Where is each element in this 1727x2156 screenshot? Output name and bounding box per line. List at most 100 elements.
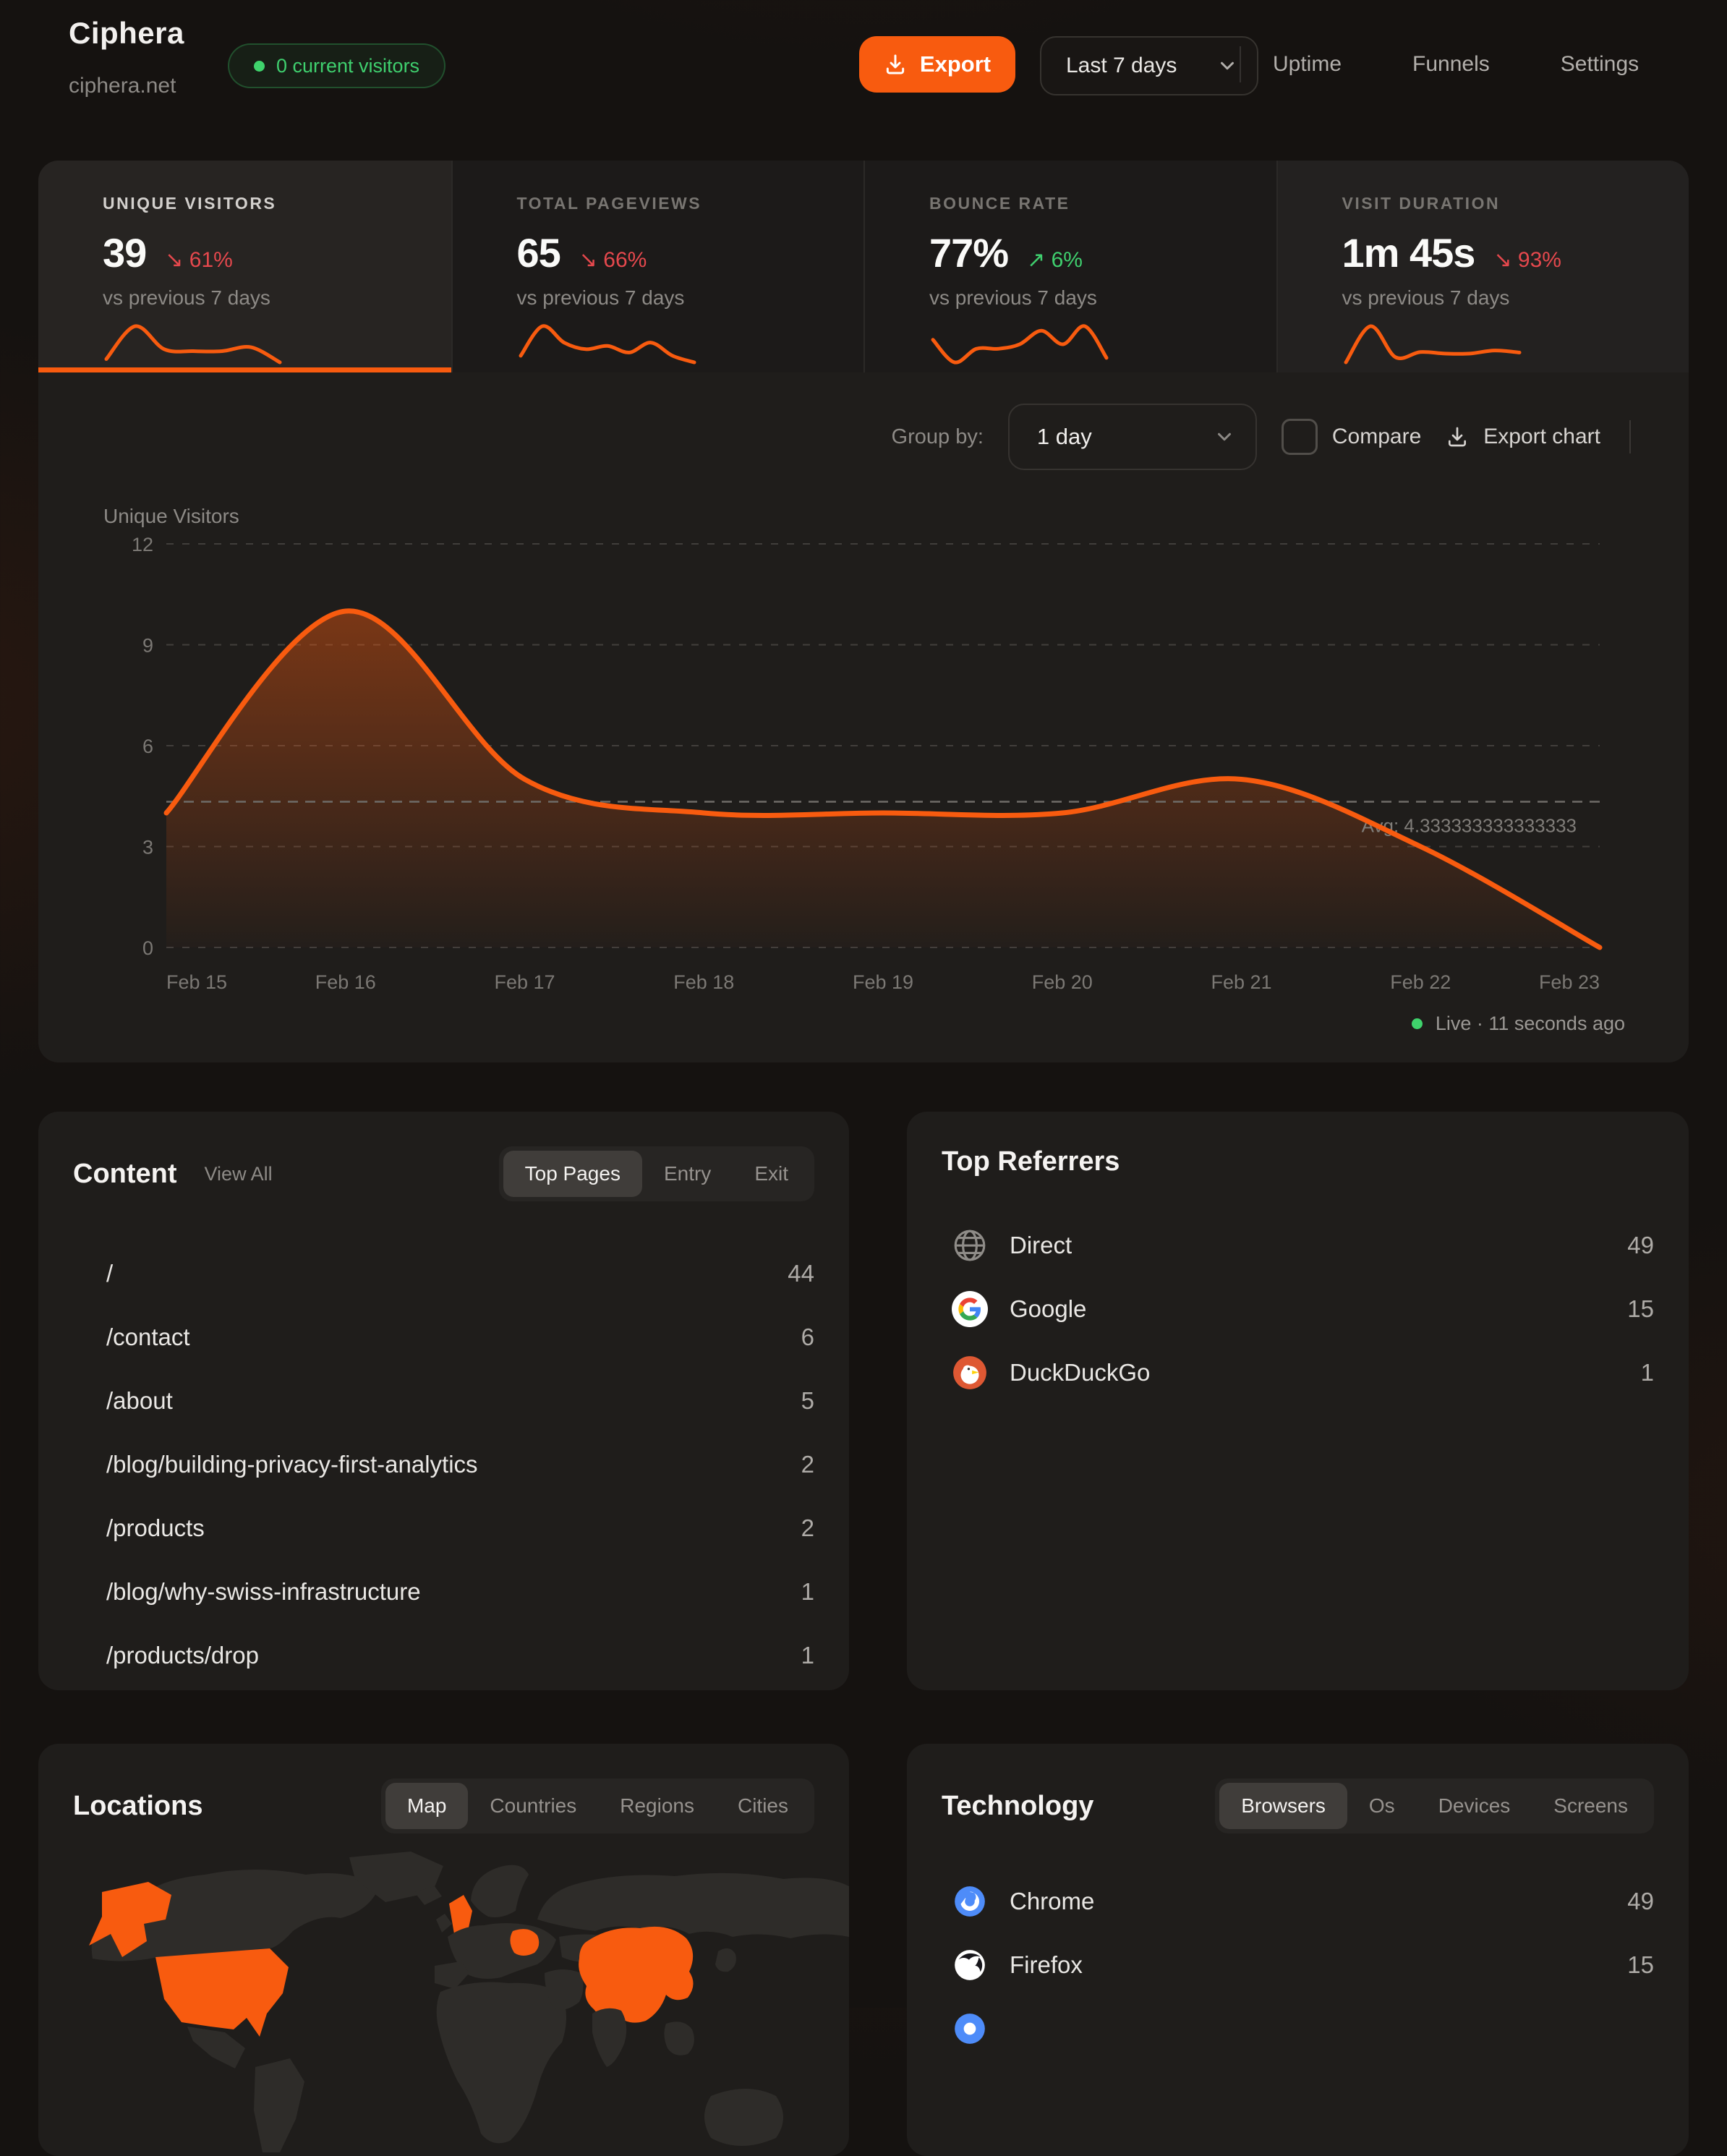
- nav-link-uptime[interactable]: Uptime: [1273, 52, 1342, 77]
- content-tab-entry[interactable]: Entry: [642, 1151, 733, 1197]
- technology-tabs: BrowsersOsDevicesScreens: [1215, 1778, 1654, 1833]
- y-tick-label: 3: [142, 837, 153, 858]
- stat-delta: ↗ 6%: [1027, 247, 1083, 273]
- x-tick-label: Feb 22: [1390, 971, 1451, 993]
- nav-link-settings[interactable]: Settings: [1561, 52, 1639, 77]
- stat-delta: ↘ 61%: [165, 247, 233, 273]
- referrer-row-count: 49: [1627, 1232, 1654, 1259]
- page-count: 2: [801, 1451, 814, 1478]
- content-tab-top-pages[interactable]: Top Pages: [503, 1151, 642, 1197]
- content-list: /44/contact6/about 5/blog/building-privac…: [73, 1242, 814, 1687]
- stat-delta: ↘ 66%: [579, 247, 647, 273]
- technology-row[interactable]: Firefox15: [942, 1933, 1654, 1997]
- stat-label: TOTAL PAGEVIEWS: [517, 194, 835, 213]
- stat-sparkline: [103, 323, 283, 366]
- x-tick-label: Feb 15: [166, 971, 227, 993]
- locations-tab-map[interactable]: Map: [385, 1783, 468, 1829]
- analytics-panel: UNIQUE VISITORS39↘ 61%vs previous 7 days…: [38, 161, 1689, 1062]
- x-tick-label: Feb 19: [853, 971, 913, 993]
- content-tabs: Top PagesEntryExit: [499, 1146, 814, 1201]
- stat-label: BOUNCE RATE: [929, 194, 1248, 213]
- technology-row-name: Chrome: [1010, 1888, 1094, 1915]
- live-dot-icon: [1412, 1018, 1423, 1029]
- referrers-title: Top Referrers: [942, 1146, 1120, 1177]
- y-tick-label: 9: [142, 635, 153, 657]
- stat-value: 77%: [929, 229, 1008, 276]
- live-status: Live · 11 seconds ago: [1412, 1013, 1625, 1035]
- globe-icon: [952, 1227, 988, 1264]
- referrers-panel: Top Referrers Direct49Google15DuckDuckGo…: [907, 1112, 1689, 1690]
- y-tick-label: 0: [142, 937, 153, 959]
- referrer-row-name: Google: [1010, 1295, 1086, 1323]
- stat-card-visit-duration[interactable]: VISIT DURATION1m 45s↘ 93%vs previous 7 d…: [1276, 161, 1689, 372]
- content-row[interactable]: /blog/why-swiss-infrastructure 1: [73, 1560, 814, 1624]
- technology-row[interactable]: Chrome49: [942, 1870, 1654, 1933]
- locations-tab-regions[interactable]: Regions: [598, 1783, 716, 1829]
- stat-value: 65: [517, 229, 560, 276]
- view-all-link[interactable]: View All: [205, 1163, 273, 1185]
- stat-sparkline: [1342, 323, 1523, 366]
- locations-title: Locations: [73, 1791, 202, 1822]
- page-count: 1: [801, 1642, 814, 1669]
- date-range-value: Last 7 days: [1066, 54, 1177, 78]
- page-count: 44: [788, 1260, 814, 1287]
- app-logo: Ciphera: [69, 16, 184, 51]
- referrer-row[interactable]: Google15: [942, 1277, 1654, 1341]
- x-tick-label: Feb 17: [494, 971, 555, 993]
- page-path: /blog/why-swiss-infrastructure: [106, 1578, 421, 1606]
- locations-tab-countries[interactable]: Countries: [468, 1783, 598, 1829]
- locations-tab-cities[interactable]: Cities: [716, 1783, 810, 1829]
- stat-card-bounce-rate[interactable]: BOUNCE RATE77%↗ 6%vs previous 7 days: [864, 161, 1276, 372]
- content-row[interactable]: /44: [73, 1242, 814, 1305]
- technology-list: Chrome49Firefox15: [942, 1870, 1654, 2061]
- referrer-row[interactable]: Direct49: [942, 1214, 1654, 1277]
- technology-tab-screens[interactable]: Screens: [1532, 1783, 1650, 1829]
- world-map-svg: [38, 1850, 849, 2154]
- x-tick-label: Feb 16: [315, 971, 376, 993]
- top-nav: Uptime Funnels Settings: [1273, 36, 1639, 93]
- world-map[interactable]: [38, 1850, 849, 2154]
- page-path: /about: [106, 1387, 173, 1415]
- duckduckgo-icon: [952, 1355, 988, 1391]
- stat-card-total-pageviews[interactable]: TOTAL PAGEVIEWS 65 ↘ 66% vs previous 7 days: [451, 161, 864, 372]
- stat-card-unique-visitors[interactable]: UNIQUE VISITORS39↘ 61%vs previous 7 days: [38, 161, 451, 372]
- page-count: 1: [801, 1578, 814, 1606]
- unique-visitors-chart[interactable]: 129630Feb 15Feb 16Feb 17Feb 18Feb 19Feb …: [38, 372, 1689, 1062]
- technology-row[interactable]: [942, 1997, 1654, 2061]
- x-tick-label: Feb 18: [673, 971, 734, 993]
- stat-compare-label: vs previous 7 days: [103, 286, 422, 310]
- date-range-dropdown[interactable]: Last 7 days: [1040, 36, 1258, 95]
- current-visitors-label: 0 current visitors: [276, 55, 419, 77]
- content-row[interactable]: /products2: [73, 1496, 814, 1560]
- technology-tab-devices[interactable]: Devices: [1417, 1783, 1532, 1829]
- content-tab-exit[interactable]: Exit: [733, 1151, 810, 1197]
- page-path: /products: [106, 1514, 205, 1542]
- stat-compare-label: vs previous 7 days: [517, 286, 835, 310]
- referrer-row[interactable]: DuckDuckGo1: [942, 1341, 1654, 1405]
- content-row[interactable]: /blog/building-privacy-first-analytics2: [73, 1433, 814, 1496]
- chart-area: [166, 611, 1600, 947]
- page-path: /contact: [106, 1324, 190, 1351]
- export-button[interactable]: Export: [859, 36, 1015, 93]
- chrome-icon: [952, 1883, 988, 1919]
- content-panel: Content View All Top PagesEntryExit /44/…: [38, 1112, 849, 1690]
- technology-panel: Technology BrowsersOsDevicesScreens Chro…: [907, 1744, 1689, 2156]
- firefox-icon: [952, 1947, 988, 1983]
- technology-tab-browsers[interactable]: Browsers: [1219, 1783, 1347, 1829]
- stat-label: VISIT DURATION: [1342, 194, 1660, 213]
- header-divider: [1240, 46, 1241, 82]
- stat-sparkline: [517, 323, 698, 366]
- page-count: 5: [801, 1387, 814, 1415]
- nav-link-funnels[interactable]: Funnels: [1412, 52, 1490, 77]
- stat-cards: UNIQUE VISITORS39↘ 61%vs previous 7 days…: [38, 161, 1689, 372]
- content-row[interactable]: /about 5: [73, 1369, 814, 1433]
- content-row[interactable]: /contact6: [73, 1305, 814, 1369]
- content-row[interactable]: /products/drop1: [73, 1624, 814, 1687]
- current-visitors-badge: 0 current visitors: [228, 43, 445, 88]
- technology-title: Technology: [942, 1791, 1093, 1822]
- x-tick-label: Feb 23: [1539, 971, 1600, 993]
- stat-delta: ↘ 93%: [1493, 247, 1561, 273]
- referrer-row-name: DuckDuckGo: [1010, 1359, 1150, 1386]
- technology-tab-os[interactable]: Os: [1347, 1783, 1417, 1829]
- stat-value: 1m 45s: [1342, 229, 1475, 276]
